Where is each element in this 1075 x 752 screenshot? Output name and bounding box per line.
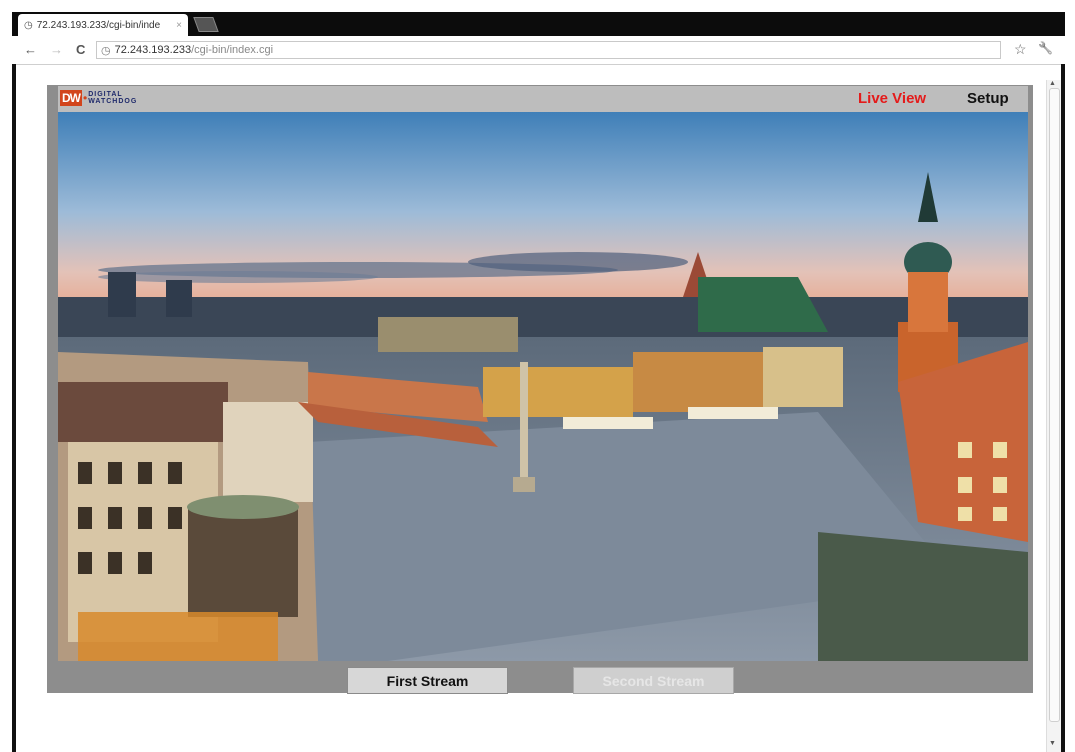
- logo-mark: DW: [60, 90, 82, 106]
- tab-title: 72.243.193.233/cgi-bin/inde: [36, 19, 161, 31]
- setup-link[interactable]: Setup: [967, 90, 1009, 107]
- reload-icon[interactable]: C: [76, 42, 85, 57]
- logo-text-bottom: WATCHDOG: [88, 98, 138, 105]
- digital-watchdog-logo: DW • DIGITAL WATCHDOG: [60, 89, 137, 107]
- browser-tab[interactable]: ◷ 72.243.193.233/cgi-bin/inde ×: [18, 14, 188, 36]
- live-view-link[interactable]: Live View: [858, 90, 926, 107]
- logo-text-top: DIGITAL: [88, 91, 123, 98]
- bookmark-star-icon[interactable]: ☆: [1014, 41, 1027, 58]
- window-frame-left: [12, 64, 16, 752]
- scroll-down-arrow-icon[interactable]: ▼: [1049, 740, 1056, 747]
- back-arrow-icon[interactable]: ←: [24, 42, 37, 57]
- scroll-up-arrow-icon[interactable]: ▲: [1049, 80, 1056, 87]
- url-path: /cgi-bin/index.cgi: [191, 44, 274, 56]
- window-frame-right: [1061, 64, 1065, 752]
- globe-icon: ◷: [101, 44, 111, 57]
- wrench-icon[interactable]: 🔧: [1038, 41, 1053, 55]
- forward-arrow-icon[interactable]: →: [50, 42, 63, 57]
- first-stream-button[interactable]: First Stream: [347, 667, 508, 694]
- logo-dot: •: [83, 91, 88, 105]
- url-host: 72.243.193.233: [114, 44, 192, 56]
- address-bar[interactable]: ◷ 72.243.193.233 /cgi-bin/index.cgi: [96, 41, 1001, 59]
- globe-icon: ◷: [24, 19, 33, 31]
- live-video-feed[interactable]: [58, 112, 1028, 661]
- scrollbar-thumb[interactable]: [1049, 88, 1060, 722]
- second-stream-button[interactable]: Second Stream: [573, 667, 734, 694]
- window-top: [0, 0, 1075, 12]
- video-frame-image: [58, 112, 1028, 661]
- tab-close-icon[interactable]: ×: [176, 20, 182, 31]
